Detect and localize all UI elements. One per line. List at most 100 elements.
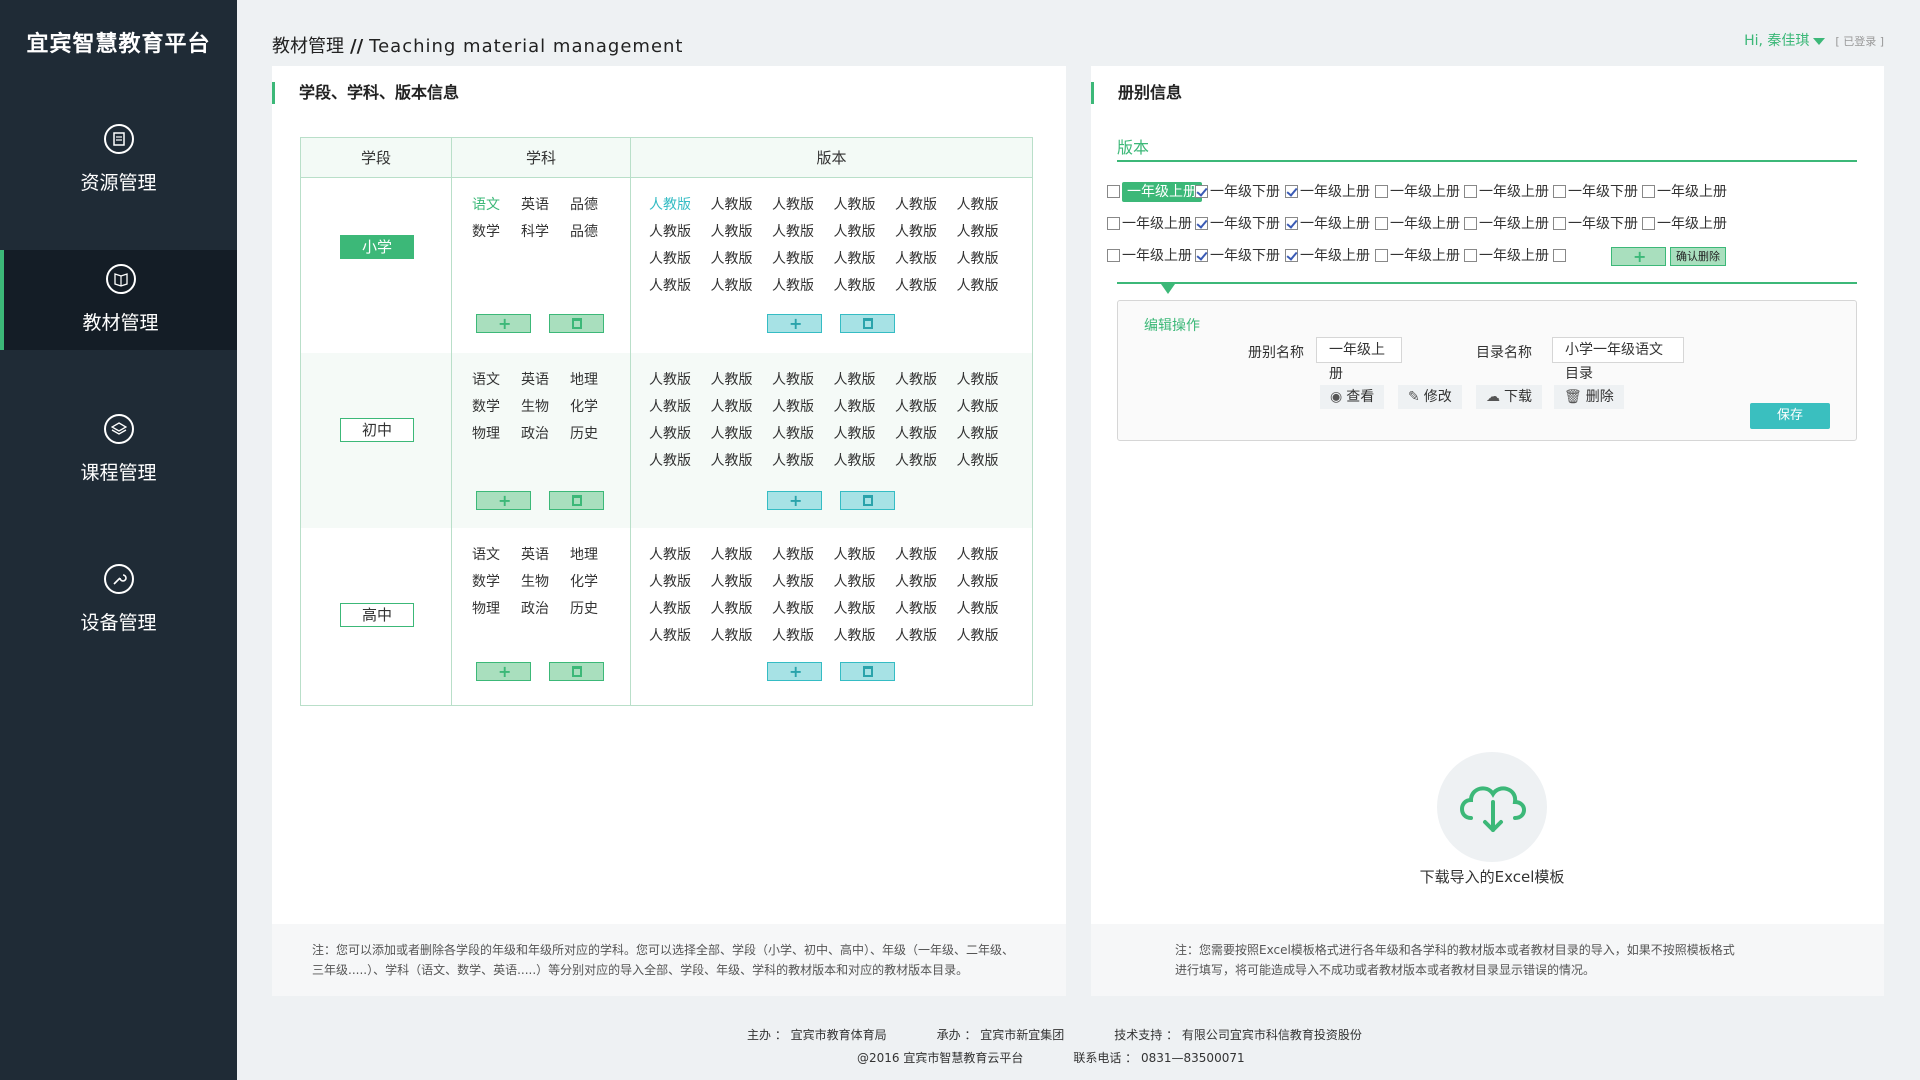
add-subject-button[interactable]: + bbox=[476, 662, 531, 681]
version-item[interactable]: 人教版 bbox=[834, 371, 896, 389]
volume-item[interactable] bbox=[1553, 246, 1568, 266]
version-item[interactable]: 人教版 bbox=[772, 371, 834, 389]
subject-item[interactable]: 数学 bbox=[472, 223, 521, 241]
version-item[interactable]: 人教版 bbox=[649, 277, 711, 295]
version-item[interactable]: 人教版 bbox=[895, 546, 957, 564]
version-item[interactable]: 人教版 bbox=[772, 250, 834, 268]
version-item[interactable]: 人教版 bbox=[711, 250, 773, 268]
volume-item[interactable]: 一年级上册 bbox=[1464, 246, 1549, 266]
checkbox[interactable] bbox=[1553, 185, 1566, 198]
checkbox[interactable] bbox=[1285, 185, 1298, 198]
volume-item[interactable]: 一年级下册 bbox=[1553, 214, 1638, 234]
download-button[interactable]: ☁ 下载 bbox=[1476, 385, 1542, 409]
volume-item[interactable]: 一年级上册 bbox=[1642, 182, 1727, 202]
stage-button-primary[interactable]: 小学 bbox=[340, 235, 414, 259]
version-item[interactable]: 人教版 bbox=[649, 398, 711, 416]
version-item[interactable]: 人教版 bbox=[711, 371, 773, 389]
download-template-button[interactable] bbox=[1437, 752, 1547, 862]
version-item[interactable]: 人教版 bbox=[895, 196, 957, 214]
checkbox[interactable] bbox=[1195, 185, 1208, 198]
subject-item[interactable]: 英语 bbox=[521, 196, 570, 214]
volume-name-field[interactable]: 一年级上册 bbox=[1316, 337, 1402, 382]
delete-subject-button[interactable] bbox=[549, 662, 604, 681]
checkbox[interactable] bbox=[1285, 217, 1298, 230]
volume-item[interactable]: 一年级上册 bbox=[1285, 214, 1370, 234]
version-item[interactable]: 人教版 bbox=[834, 196, 896, 214]
version-item[interactable]: 人教版 bbox=[649, 600, 711, 618]
version-item[interactable]: 人教版 bbox=[957, 371, 1019, 389]
version-item[interactable]: 人教版 bbox=[957, 425, 1019, 443]
version-item[interactable]: 人教版 bbox=[711, 627, 773, 645]
version-item[interactable]: 人教版 bbox=[772, 627, 834, 645]
version-item[interactable]: 人教版 bbox=[772, 398, 834, 416]
version-item[interactable]: 人教版 bbox=[834, 250, 896, 268]
version-item[interactable]: 人教版 bbox=[834, 573, 896, 591]
delete-subject-button[interactable] bbox=[549, 314, 604, 333]
subject-item[interactable]: 地理 bbox=[570, 371, 619, 389]
version-item[interactable]: 人教版 bbox=[711, 573, 773, 591]
version-item[interactable]: 人教版 bbox=[711, 425, 773, 443]
subject-item[interactable]: 地理 bbox=[570, 546, 619, 564]
add-version-button[interactable]: + bbox=[767, 662, 822, 681]
checkbox[interactable] bbox=[1642, 185, 1655, 198]
subject-item[interactable]: 化学 bbox=[570, 573, 619, 591]
volume-item[interactable]: 一年级下册 bbox=[1195, 246, 1280, 266]
version-item[interactable]: 人教版 bbox=[957, 196, 1019, 214]
checkbox[interactable] bbox=[1375, 249, 1388, 262]
checkbox[interactable] bbox=[1464, 217, 1477, 230]
version-item[interactable]: 人教版 bbox=[649, 452, 711, 470]
subject-item[interactable]: 生物 bbox=[521, 398, 570, 416]
edit-button[interactable]: ✎ 修改 bbox=[1398, 385, 1462, 409]
checkbox[interactable] bbox=[1642, 217, 1655, 230]
subject-item[interactable]: 化学 bbox=[570, 398, 619, 416]
volume-item[interactable]: 一年级上册 bbox=[1464, 182, 1549, 202]
subject-item[interactable]: 数学 bbox=[472, 573, 521, 591]
subject-item[interactable]: 生物 bbox=[521, 573, 570, 591]
delete-version-button[interactable] bbox=[840, 491, 895, 510]
checkbox[interactable] bbox=[1195, 249, 1208, 262]
version-item[interactable]: 人教版 bbox=[834, 398, 896, 416]
version-item[interactable]: 人教版 bbox=[895, 223, 957, 241]
version-item[interactable]: 人教版 bbox=[772, 277, 834, 295]
version-item[interactable]: 人教版 bbox=[957, 573, 1019, 591]
volume-item[interactable]: 一年级上册 bbox=[1107, 182, 1202, 202]
stage-button-junior[interactable]: 初中 bbox=[340, 418, 414, 442]
delete-version-button[interactable] bbox=[840, 314, 895, 333]
subject-item[interactable]: 英语 bbox=[521, 371, 570, 389]
user-menu[interactable]: Hi, 秦佳琪 [ 已登录 ] bbox=[1744, 30, 1884, 50]
volume-item[interactable]: 一年级上册 bbox=[1375, 214, 1460, 234]
version-item[interactable]: 人教版 bbox=[772, 600, 834, 618]
subject-item[interactable]: 物理 bbox=[472, 425, 521, 443]
version-item[interactable]: 人教版 bbox=[957, 600, 1019, 618]
volume-item[interactable]: 一年级下册 bbox=[1195, 214, 1280, 234]
checkbox[interactable] bbox=[1553, 249, 1566, 262]
subject-item[interactable]: 历史 bbox=[570, 600, 619, 618]
version-item[interactable]: 人教版 bbox=[834, 546, 896, 564]
version-item[interactable]: 人教版 bbox=[649, 371, 711, 389]
volume-item[interactable]: 一年级上册 bbox=[1464, 214, 1549, 234]
sidebar-item-textbook[interactable]: 教材管理 bbox=[0, 250, 237, 350]
volume-item[interactable]: 一年级上册 bbox=[1285, 246, 1370, 266]
version-item[interactable]: 人教版 bbox=[957, 223, 1019, 241]
version-item[interactable]: 人教版 bbox=[895, 425, 957, 443]
subject-item[interactable]: 英语 bbox=[521, 546, 570, 564]
checkbox[interactable] bbox=[1375, 217, 1388, 230]
version-item[interactable]: 人教版 bbox=[957, 627, 1019, 645]
add-subject-button[interactable]: + bbox=[476, 314, 531, 333]
view-button[interactable]: ◉ 查看 bbox=[1320, 385, 1385, 409]
volume-item[interactable]: 一年级下册 bbox=[1553, 182, 1638, 202]
volume-item[interactable]: 一年级上册 bbox=[1107, 214, 1192, 234]
version-item[interactable]: 人教版 bbox=[772, 223, 834, 241]
version-item[interactable]: 人教版 bbox=[834, 223, 896, 241]
volume-item[interactable]: 一年级上册 bbox=[1107, 246, 1192, 266]
version-item[interactable]: 人教版 bbox=[711, 398, 773, 416]
version-item[interactable]: 人教版 bbox=[895, 398, 957, 416]
version-item[interactable]: 人教版 bbox=[772, 546, 834, 564]
stage-button-senior[interactable]: 高中 bbox=[340, 603, 414, 627]
volume-item[interactable]: 一年级上册 bbox=[1375, 246, 1460, 266]
version-item[interactable]: 人教版 bbox=[895, 452, 957, 470]
add-version-button[interactable]: + bbox=[767, 491, 822, 510]
subject-item[interactable]: 政治 bbox=[521, 425, 570, 443]
version-item[interactable]: 人教版 bbox=[649, 223, 711, 241]
checkbox[interactable] bbox=[1553, 217, 1566, 230]
